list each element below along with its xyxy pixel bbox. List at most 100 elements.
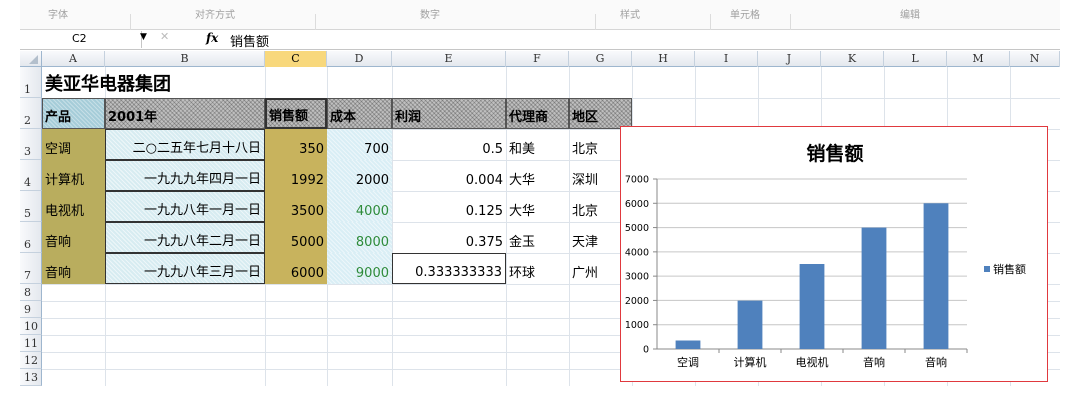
product-cell[interactable]: 空调: [42, 129, 105, 160]
product-cell[interactable]: 计算机: [42, 160, 105, 191]
column-header-f[interactable]: F: [506, 51, 569, 67]
name-box-value: C2: [72, 32, 87, 45]
column-header-e[interactable]: E: [392, 51, 506, 67]
ribbon-group-style[interactable]: 样式: [620, 6, 640, 21]
profit-cell[interactable]: 0.333333333: [392, 253, 506, 284]
cost-cell[interactable]: 2000: [327, 160, 392, 191]
agent-cell[interactable]: 金玉: [506, 222, 569, 253]
column-header-j[interactable]: J: [758, 51, 821, 67]
x-tick-label: 计算机: [734, 355, 767, 369]
x-tick-label: 空调: [677, 355, 699, 369]
select-all-corner[interactable]: [20, 51, 42, 67]
cost-cell[interactable]: 9000: [327, 253, 392, 284]
formula-input[interactable]: 销售额: [230, 31, 269, 50]
y-tick-label: 4000: [625, 247, 649, 258]
row-header[interactable]: 11: [20, 335, 42, 352]
x-tick-label: 电视机: [796, 355, 829, 369]
product-cell[interactable]: 音响: [42, 253, 105, 284]
sales-cell[interactable]: 6000: [265, 253, 327, 284]
y-tick-label: 1000: [625, 320, 649, 331]
column-header-c[interactable]: C: [265, 51, 327, 67]
profit-cell[interactable]: 0.5: [392, 129, 506, 160]
cost-cell[interactable]: 8000: [327, 222, 392, 253]
row-header[interactable]: 10: [20, 318, 42, 335]
fx-icon[interactable]: fx: [206, 31, 218, 45]
y-tick-label: 3000: [625, 272, 649, 283]
agent-cell[interactable]: 大华: [506, 191, 569, 222]
column-header-b[interactable]: B: [105, 51, 265, 67]
product-cell[interactable]: 电视机: [42, 191, 105, 222]
date-cell[interactable]: 一九九八年三月一日: [105, 253, 265, 284]
sheet-title[interactable]: 美亚华电器集团: [42, 67, 342, 98]
legend-swatch: [984, 266, 990, 272]
sales-cell[interactable]: 5000: [265, 222, 327, 253]
sales-cell[interactable]: 350: [265, 129, 327, 160]
sales-cell[interactable]: 1992: [265, 160, 327, 191]
agent-cell[interactable]: 大华: [506, 160, 569, 191]
profit-cell[interactable]: 0.375: [392, 222, 506, 253]
column-header-g[interactable]: G: [569, 51, 632, 67]
date-cell[interactable]: 一九九八年二月一日: [105, 222, 265, 253]
name-box[interactable]: C2 ▼: [42, 31, 147, 48]
header-cell-cost[interactable]: 成本: [327, 98, 392, 129]
cancel-icon[interactable]: ✕: [160, 30, 169, 43]
bar: [675, 340, 701, 349]
column-header-a[interactable]: A: [42, 51, 105, 67]
row-header[interactable]: 12: [20, 352, 42, 369]
row-header[interactable]: 7: [20, 253, 42, 284]
y-tick-label: 5000: [625, 223, 649, 234]
ribbon-group-edit[interactable]: 编辑: [900, 6, 920, 21]
header-cell-product[interactable]: 产品: [42, 98, 105, 129]
date-cell[interactable]: 一九九九年四月一日: [105, 160, 265, 191]
date-cell[interactable]: 一九九八年一月一日: [105, 191, 265, 222]
column-header-h[interactable]: H: [632, 51, 695, 67]
chevron-down-icon[interactable]: ▼: [140, 32, 147, 42]
ribbon-strip: 字体 对齐方式 数字 样式 单元格 编辑: [20, 0, 1060, 30]
bar: [737, 300, 763, 349]
row-header[interactable]: 1: [20, 67, 42, 98]
cell-grid[interactable]: 美亚华电器集团 产品 2001年 销售额 成本 利润 代理商 地区 空调 二○二…: [42, 67, 1060, 386]
bar: [923, 203, 949, 349]
header-cell-year[interactable]: 2001年: [105, 98, 265, 129]
ribbon-group-number[interactable]: 数字: [420, 6, 440, 21]
ribbon-group-font[interactable]: 字体: [48, 6, 68, 21]
agent-cell[interactable]: 环球: [506, 253, 569, 284]
header-cell-profit[interactable]: 利润: [392, 98, 506, 129]
header-cell-region[interactable]: 地区: [569, 98, 632, 129]
row-header[interactable]: 13: [20, 369, 42, 386]
header-cell-agent[interactable]: 代理商: [506, 98, 569, 129]
chart-plot: 0 1000 2000 3000 4000 5000 6000 7000 空调 计算机 电视机 音响 音…: [625, 175, 1026, 370]
date-cell[interactable]: 二○二五年七月十八日: [105, 129, 265, 160]
sales-cell[interactable]: 3500: [265, 191, 327, 222]
column-header-i[interactable]: I: [695, 51, 758, 67]
formula-bar: C2 ▼ ✕ fx 销售额: [20, 30, 1060, 50]
y-tick-label: 2000: [625, 296, 649, 307]
cost-cell[interactable]: 700: [327, 129, 392, 160]
row-header[interactable]: 3: [20, 129, 42, 160]
row-header[interactable]: 6: [20, 222, 42, 253]
column-header-m[interactable]: M: [947, 51, 1010, 67]
product-cell[interactable]: 音响: [42, 222, 105, 253]
header-cell-sales[interactable]: 销售额: [265, 98, 327, 129]
sales-chart[interactable]: 销售额 0 1000 2000 3000 4000 5000 6000 7000 空调 计算机 电视…: [620, 126, 1048, 382]
y-tick-label: 0: [643, 345, 649, 356]
agent-cell[interactable]: 和美: [506, 129, 569, 160]
column-headers: A B C D E F G H I J K L M N: [20, 51, 1060, 67]
profit-cell[interactable]: 0.125: [392, 191, 506, 222]
spreadsheet-window: 字体 对齐方式 数字 样式 单元格 编辑 C2 ▼ ✕ fx 销售额 A B C…: [20, 0, 1060, 386]
column-header-d[interactable]: D: [327, 51, 392, 67]
profit-cell[interactable]: 0.004: [392, 160, 506, 191]
bar: [799, 264, 825, 349]
column-header-n[interactable]: N: [1010, 51, 1060, 67]
column-header-l[interactable]: L: [884, 51, 947, 67]
row-header[interactable]: 2: [20, 98, 42, 129]
row-header[interactable]: 4: [20, 160, 42, 191]
row-header[interactable]: 9: [20, 301, 42, 318]
y-tick-label: 7000: [625, 175, 649, 186]
ribbon-group-cells[interactable]: 单元格: [730, 6, 760, 21]
row-header[interactable]: 8: [20, 284, 42, 301]
row-header[interactable]: 5: [20, 191, 42, 222]
column-header-k[interactable]: K: [821, 51, 884, 67]
ribbon-group-align[interactable]: 对齐方式: [195, 6, 235, 21]
cost-cell[interactable]: 4000: [327, 191, 392, 222]
